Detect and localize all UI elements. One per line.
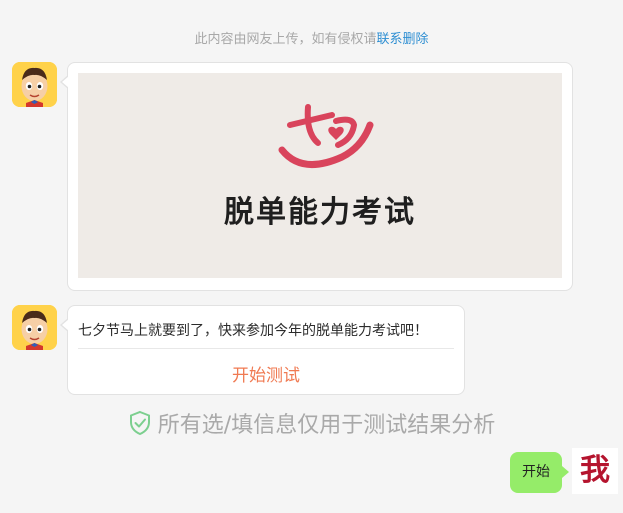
shield-check-icon — [128, 410, 152, 442]
invite-message-text: 七夕节马上就要到了，快来参加今年的脱单能力考试吧！ — [78, 323, 428, 339]
user-reply-bubble: 开始 — [510, 452, 569, 493]
privacy-text: 所有选/填信息仅用于测试结果分析 — [157, 413, 496, 438]
banner-message-bubble: 脱单能力考试 — [60, 62, 573, 291]
privacy-note: 所有选/填信息仅用于测试结果分析 — [0, 407, 623, 442]
bot-avatar — [12, 62, 57, 107]
qixi-banner-image: 脱单能力考试 — [78, 73, 562, 278]
banner-title: 脱单能力考试 — [224, 195, 416, 230]
notice-text: 此内容由网友上传，如有侵权请 — [194, 32, 377, 47]
start-test-button[interactable]: 开始测试 — [68, 361, 464, 386]
cartoon-boy-icon — [12, 305, 57, 350]
qixi-logo-icon — [278, 104, 374, 169]
cartoon-boy-icon — [12, 62, 57, 107]
invite-message-bubble: 七夕节马上就要到了，快来参加今年的脱单能力考试吧！ 开始测试 — [60, 305, 465, 395]
contact-delete-link[interactable]: 联系删除 — [377, 32, 429, 47]
bubble-divider — [78, 348, 454, 349]
bot-avatar — [12, 305, 57, 350]
copyright-notice: 此内容由网友上传，如有侵权请联系删除 — [0, 28, 623, 47]
user-avatar: 我 — [572, 448, 618, 494]
